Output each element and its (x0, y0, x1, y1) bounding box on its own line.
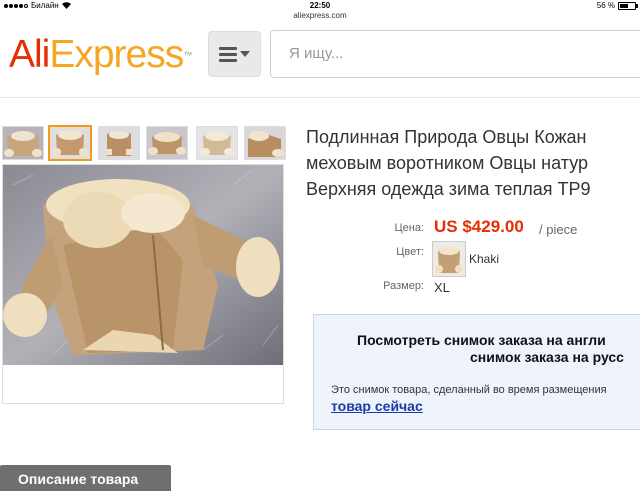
main-product-image[interactable] (2, 164, 284, 404)
snapshot-description: Это снимок товара, сделанный во время ра… (331, 384, 607, 396)
order-snapshot-notice: Посмотреть снимок заказа на англи снимок… (313, 314, 640, 430)
battery-icon (618, 1, 638, 10)
caret-down-icon (240, 51, 250, 57)
tab-description-label: Описание товара (18, 471, 139, 487)
product-thumbnail[interactable] (146, 126, 188, 160)
search-input[interactable]: Я ищу... (270, 30, 640, 78)
product-thumbnail[interactable] (2, 126, 44, 160)
product-thumbnail[interactable] (98, 126, 140, 160)
category-menu-button[interactable] (208, 31, 261, 77)
product-thumbnail[interactable] (196, 126, 238, 160)
thumbnail-strip (0, 122, 286, 164)
snapshot-heading-line2: снимок заказа на русс (470, 349, 624, 365)
product-title-line: меховым воротником Овцы натур (306, 153, 588, 173)
clock: 22:50 (309, 1, 331, 10)
view-current-product-link[interactable]: товар сейчас (331, 398, 423, 414)
product-thumbnail[interactable] (244, 126, 286, 160)
battery-percent: 56 % (596, 1, 615, 10)
search-placeholder: Я ищу... (289, 45, 344, 62)
color-swatch[interactable] (432, 241, 466, 277)
hamburger-icon (219, 46, 237, 62)
battery-info: 56 % (596, 1, 638, 10)
logo-express: Express (49, 33, 184, 76)
price-value: US $429.00 (434, 217, 524, 236)
product-title-line: Подлинная Природа Овцы Кожан (306, 127, 587, 147)
size-label: Размер: (383, 280, 424, 292)
site-header: AliExpress™ Я ищу... (0, 23, 640, 98)
logo-ali: Ali (9, 33, 50, 76)
price-unit: / piece (539, 222, 578, 237)
price-label: Цена: (394, 222, 424, 234)
color-value: Khaki (469, 252, 500, 266)
aliexpress-logo[interactable]: AliExpress™ (9, 33, 192, 76)
product-title-line: Верхняя одежда зима теплая TP9 (306, 179, 591, 199)
product-title: Подлинная Природа Овцы Кожан меховым вор… (306, 124, 640, 202)
sheepskin-coat-image (3, 165, 283, 365)
color-label: Цвет: (396, 246, 424, 258)
product-thumbnail-active[interactable] (48, 125, 92, 161)
url-bar[interactable]: aliexpress.com (0, 11, 640, 20)
size-value[interactable]: XL (434, 280, 450, 295)
snapshot-heading-line1: Посмотреть снимок заказа на англи (357, 332, 606, 348)
tab-description[interactable]: Описание товара (0, 465, 171, 491)
logo-trademark: ™ (183, 50, 192, 60)
